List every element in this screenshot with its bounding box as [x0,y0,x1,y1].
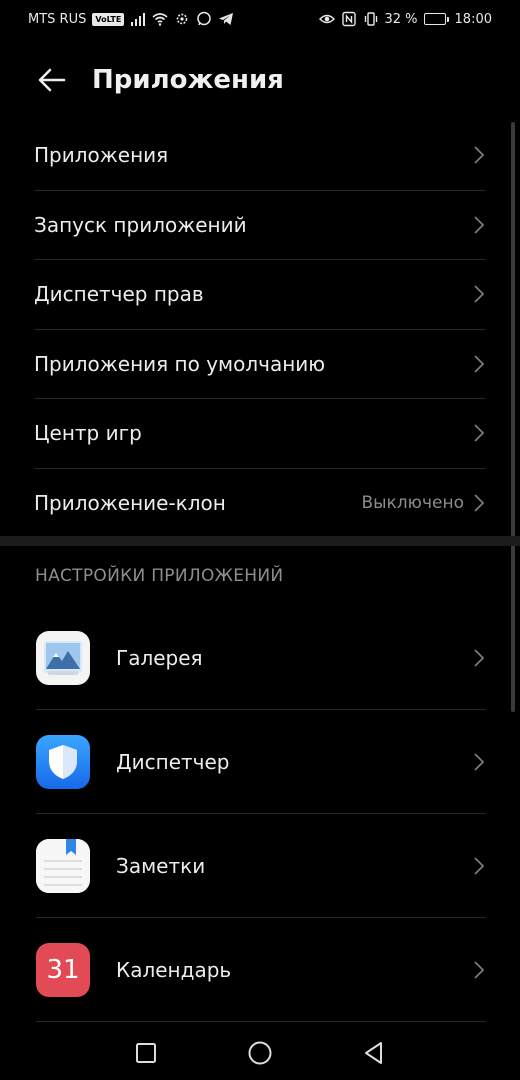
back-arrow-icon[interactable] [34,62,70,98]
carrier-name: MTS RUS [28,11,87,27]
eye-icon [318,11,335,27]
settings-gear-icon [174,11,190,27]
settings-menu: Приложения Запуск приложений Диспетчер п… [0,121,520,538]
menu-item-default-apps[interactable]: Приложения по умолчанию [34,330,486,399]
app-row-gallery[interactable]: Галерея [36,606,486,710]
battery-percent: 32 % [384,11,418,27]
telegram-icon [218,11,234,27]
notes-icon [36,838,90,893]
chevron-right-icon [472,752,486,772]
menu-item-apps[interactable]: Приложения [34,121,486,191]
app-name: Галерея [116,645,203,670]
menu-item-label: Приложения [34,143,169,168]
chevron-right-icon [472,493,486,513]
chevron-right-icon [472,856,486,876]
chevron-right-icon [472,215,486,235]
navigation-bar [0,1026,520,1080]
app-name: Диспетчер [116,749,230,774]
chevron-right-icon [472,284,486,304]
app-bar: Приложения [0,44,520,116]
signal-icon [130,11,146,27]
nfc-icon [341,11,357,27]
chevron-right-icon [472,145,486,165]
calendar-icon: 31 [36,942,90,997]
page-title: Приложения [92,65,284,95]
app-settings-list: Галерея Диспетчер Заметки 31 Календарь [0,606,520,1022]
status-bar-left: MTS RUS VoLTE [28,11,234,27]
recents-square-icon[interactable] [132,1039,160,1067]
chevron-right-icon [472,648,486,668]
calendar-icon-date: 31 [46,954,80,985]
shield-icon [36,734,90,789]
menu-item-app-twin[interactable]: Приложение-клон Выключено [34,469,486,539]
app-row-manager[interactable]: Диспетчер [36,710,486,814]
app-twin-status: Выключено [361,493,464,514]
menu-item-label: Приложение-клон [34,491,226,516]
section-header-app-settings: НАСТРОЙКИ ПРИЛОЖЕНИЙ [35,566,284,586]
menu-item-app-launch[interactable]: Запуск приложений [34,191,486,260]
chevron-right-icon [472,354,486,374]
app-name: Календарь [116,957,232,982]
volte-badge: VoLTE [92,12,125,26]
app-row-calendar[interactable]: 31 Календарь [36,918,486,1022]
menu-item-permissions[interactable]: Диспетчер прав [34,260,486,330]
gallery-icon [36,630,90,685]
app-row-notes[interactable]: Заметки [36,814,486,918]
menu-item-label: Запуск приложений [34,212,247,237]
menu-item-game-center[interactable]: Центр игр [34,399,486,469]
app-name: Заметки [116,853,206,878]
whatsapp-icon [196,11,212,27]
chevron-right-icon [472,423,486,443]
battery-icon [423,13,449,25]
wifi-icon [152,11,168,27]
back-triangle-icon[interactable] [360,1039,388,1067]
menu-item-label: Центр игр [34,421,142,446]
section-divider [0,536,520,546]
home-circle-icon[interactable] [246,1039,274,1067]
menu-item-label: Приложения по умолчанию [34,351,326,376]
clock: 18:00 [454,11,492,27]
vibrate-icon [363,11,379,27]
status-bar: MTS RUS VoLTE 32 % 18:00 [0,0,520,38]
status-bar-right: 32 % 18:00 [318,11,492,27]
chevron-right-icon [472,960,486,980]
menu-item-label: Диспетчер прав [34,282,204,307]
